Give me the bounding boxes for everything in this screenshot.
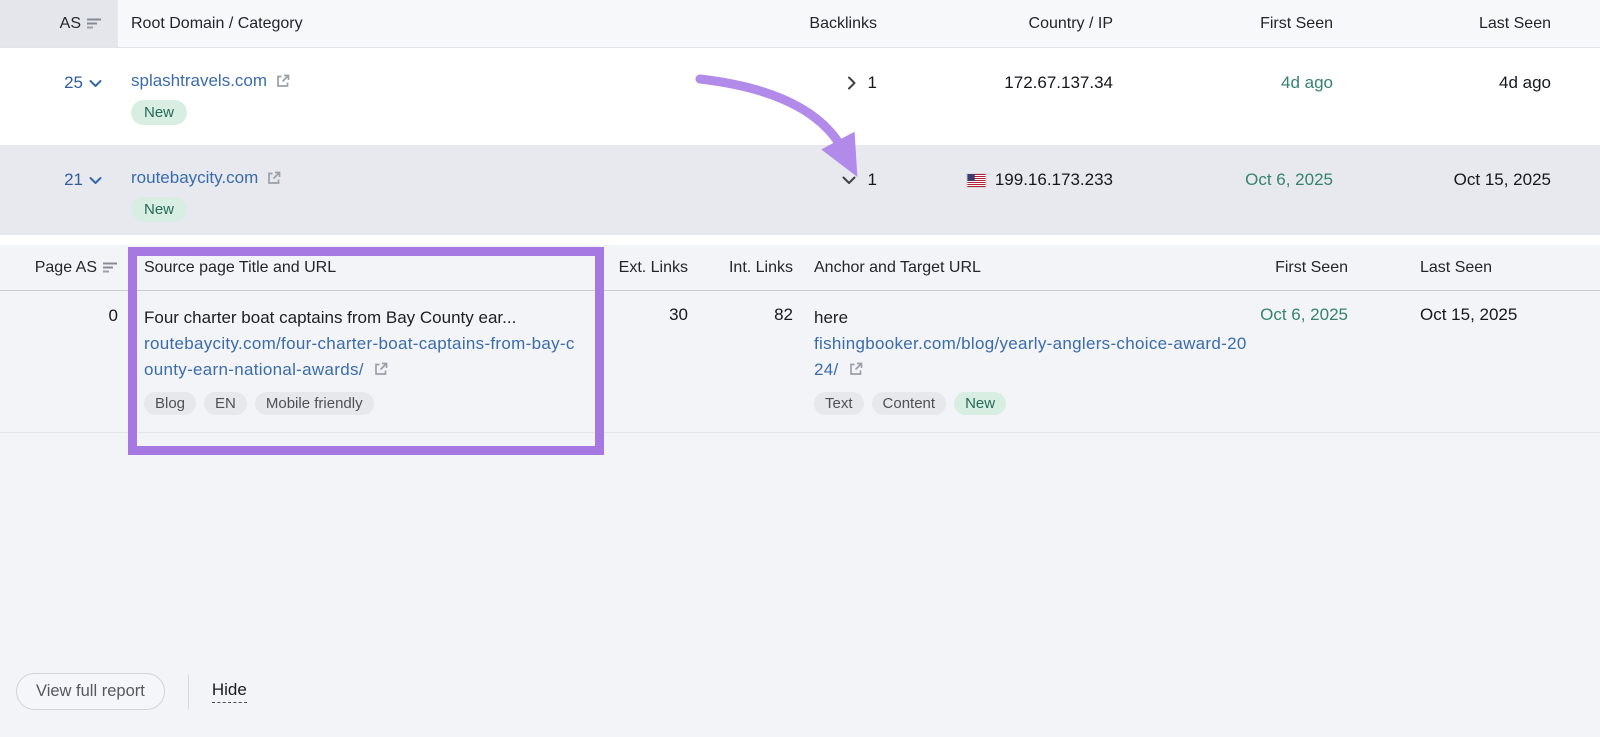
expand-backlinks-toggle[interactable] [847,76,856,90]
backlink-detail-row: 0 Four charter boat captains from Bay Co… [0,291,1600,433]
panel-footer: View full report Hide [16,673,247,710]
external-link-icon[interactable] [266,170,282,186]
table-row-expanded: 21 routebaycity.com New 1 199.16.173.233… [0,145,1600,235]
link-badge-content: Content [871,392,947,415]
column-header-source-page: Source page Title and URL [144,258,337,276]
source-badge-language: EN [204,392,247,415]
as-score-dropdown[interactable]: 25 [64,73,102,93]
column-header-anchor-target: Anchor and Target URL [814,258,981,276]
column-header-first-seen: First Seen [1260,14,1333,32]
chevron-down-icon [89,79,102,87]
link-badge-text: Text [814,392,864,415]
external-link-icon[interactable] [848,361,864,377]
column-header-country-ip: Country / IP [1028,14,1113,32]
column-header-ext-links: Ext. Links [618,258,688,276]
chevron-right-icon [847,76,856,90]
last-seen-value: 4d ago [1499,73,1551,92]
link-badge-new: New [954,392,1007,415]
chevron-down-icon [842,176,856,184]
source-page-url-link[interactable]: routebaycity.com/four-charter-boat-capta… [144,334,575,379]
source-badge-blog: Blog [144,392,197,415]
source-page-cell: Four charter boat captains from Bay Coun… [122,305,578,415]
first-seen-value: Oct 6, 2025 [1245,170,1333,189]
target-url-link[interactable]: fishingbooker.com/blog/yearly-anglers-ch… [814,334,1247,379]
root-domain-link[interactable]: splashtravels.com [131,71,267,91]
nested-table-header: Page AS Source page Title and URL Ext. L… [0,245,1600,291]
us-flag-icon [965,173,987,188]
column-header-root-domain: Root Domain / Category [131,14,303,32]
backlinks-report: AS Root Domain / Category Backlinks Coun… [0,0,1600,737]
backlinks-count: 1 [867,170,877,189]
source-page-title: Four charter boat captains from Bay Coun… [144,308,517,327]
as-header-label: AS [59,14,81,32]
column-header-as[interactable]: AS [0,0,118,47]
new-badge: New [131,197,188,222]
last-seen-value: Oct 15, 2025 [1453,170,1551,189]
int-links-count: 82 [774,305,793,324]
column-header-backlinks: Backlinks [809,14,877,32]
chevron-down-icon [89,176,102,184]
new-badge: New [131,100,188,125]
ip-address: 172.67.137.34 [1004,73,1113,92]
first-seen-value: 4d ago [1281,73,1333,92]
collapse-backlinks-toggle[interactable] [842,176,856,185]
last-seen-value: Oct 15, 2025 [1420,305,1518,324]
column-header-page-as[interactable]: Page AS [0,259,122,277]
column-header-int-links: Int. Links [728,258,793,276]
backlinks-count: 1 [867,73,877,92]
view-full-report-button[interactable]: View full report [16,673,165,710]
ip-address: 199.16.173.233 [994,170,1113,189]
external-link-icon[interactable] [373,361,389,377]
external-link-icon[interactable] [275,73,291,89]
page-as-value: 0 [108,306,118,325]
sort-descending-icon [87,18,101,29]
column-header-first-seen: First Seen [1275,258,1348,276]
column-header-last-seen: Last Seen [1420,258,1493,276]
anchor-target-cell: here fishingbooker.com/blog/yearly-angle… [793,305,1246,415]
first-seen-value: Oct 6, 2025 [1260,305,1348,324]
root-domain-link[interactable]: routebaycity.com [131,168,258,188]
hide-link[interactable]: Hide [211,680,247,703]
main-table-header: AS Root Domain / Category Backlinks Coun… [0,0,1600,48]
footer-divider [187,674,189,709]
as-score-dropdown[interactable]: 21 [64,170,102,190]
column-header-last-seen: Last Seen [1478,14,1551,32]
anchor-text: here [814,308,849,327]
source-badge-mobile-friendly: Mobile friendly [254,392,374,415]
ext-links-count: 30 [669,305,688,324]
table-row: 25 splashtravels.com New 1 172.67.137.34… [0,48,1600,145]
expanded-backlinks-panel: Page AS Source page Title and URL Ext. L… [0,245,1600,737]
sort-descending-icon [103,262,117,273]
